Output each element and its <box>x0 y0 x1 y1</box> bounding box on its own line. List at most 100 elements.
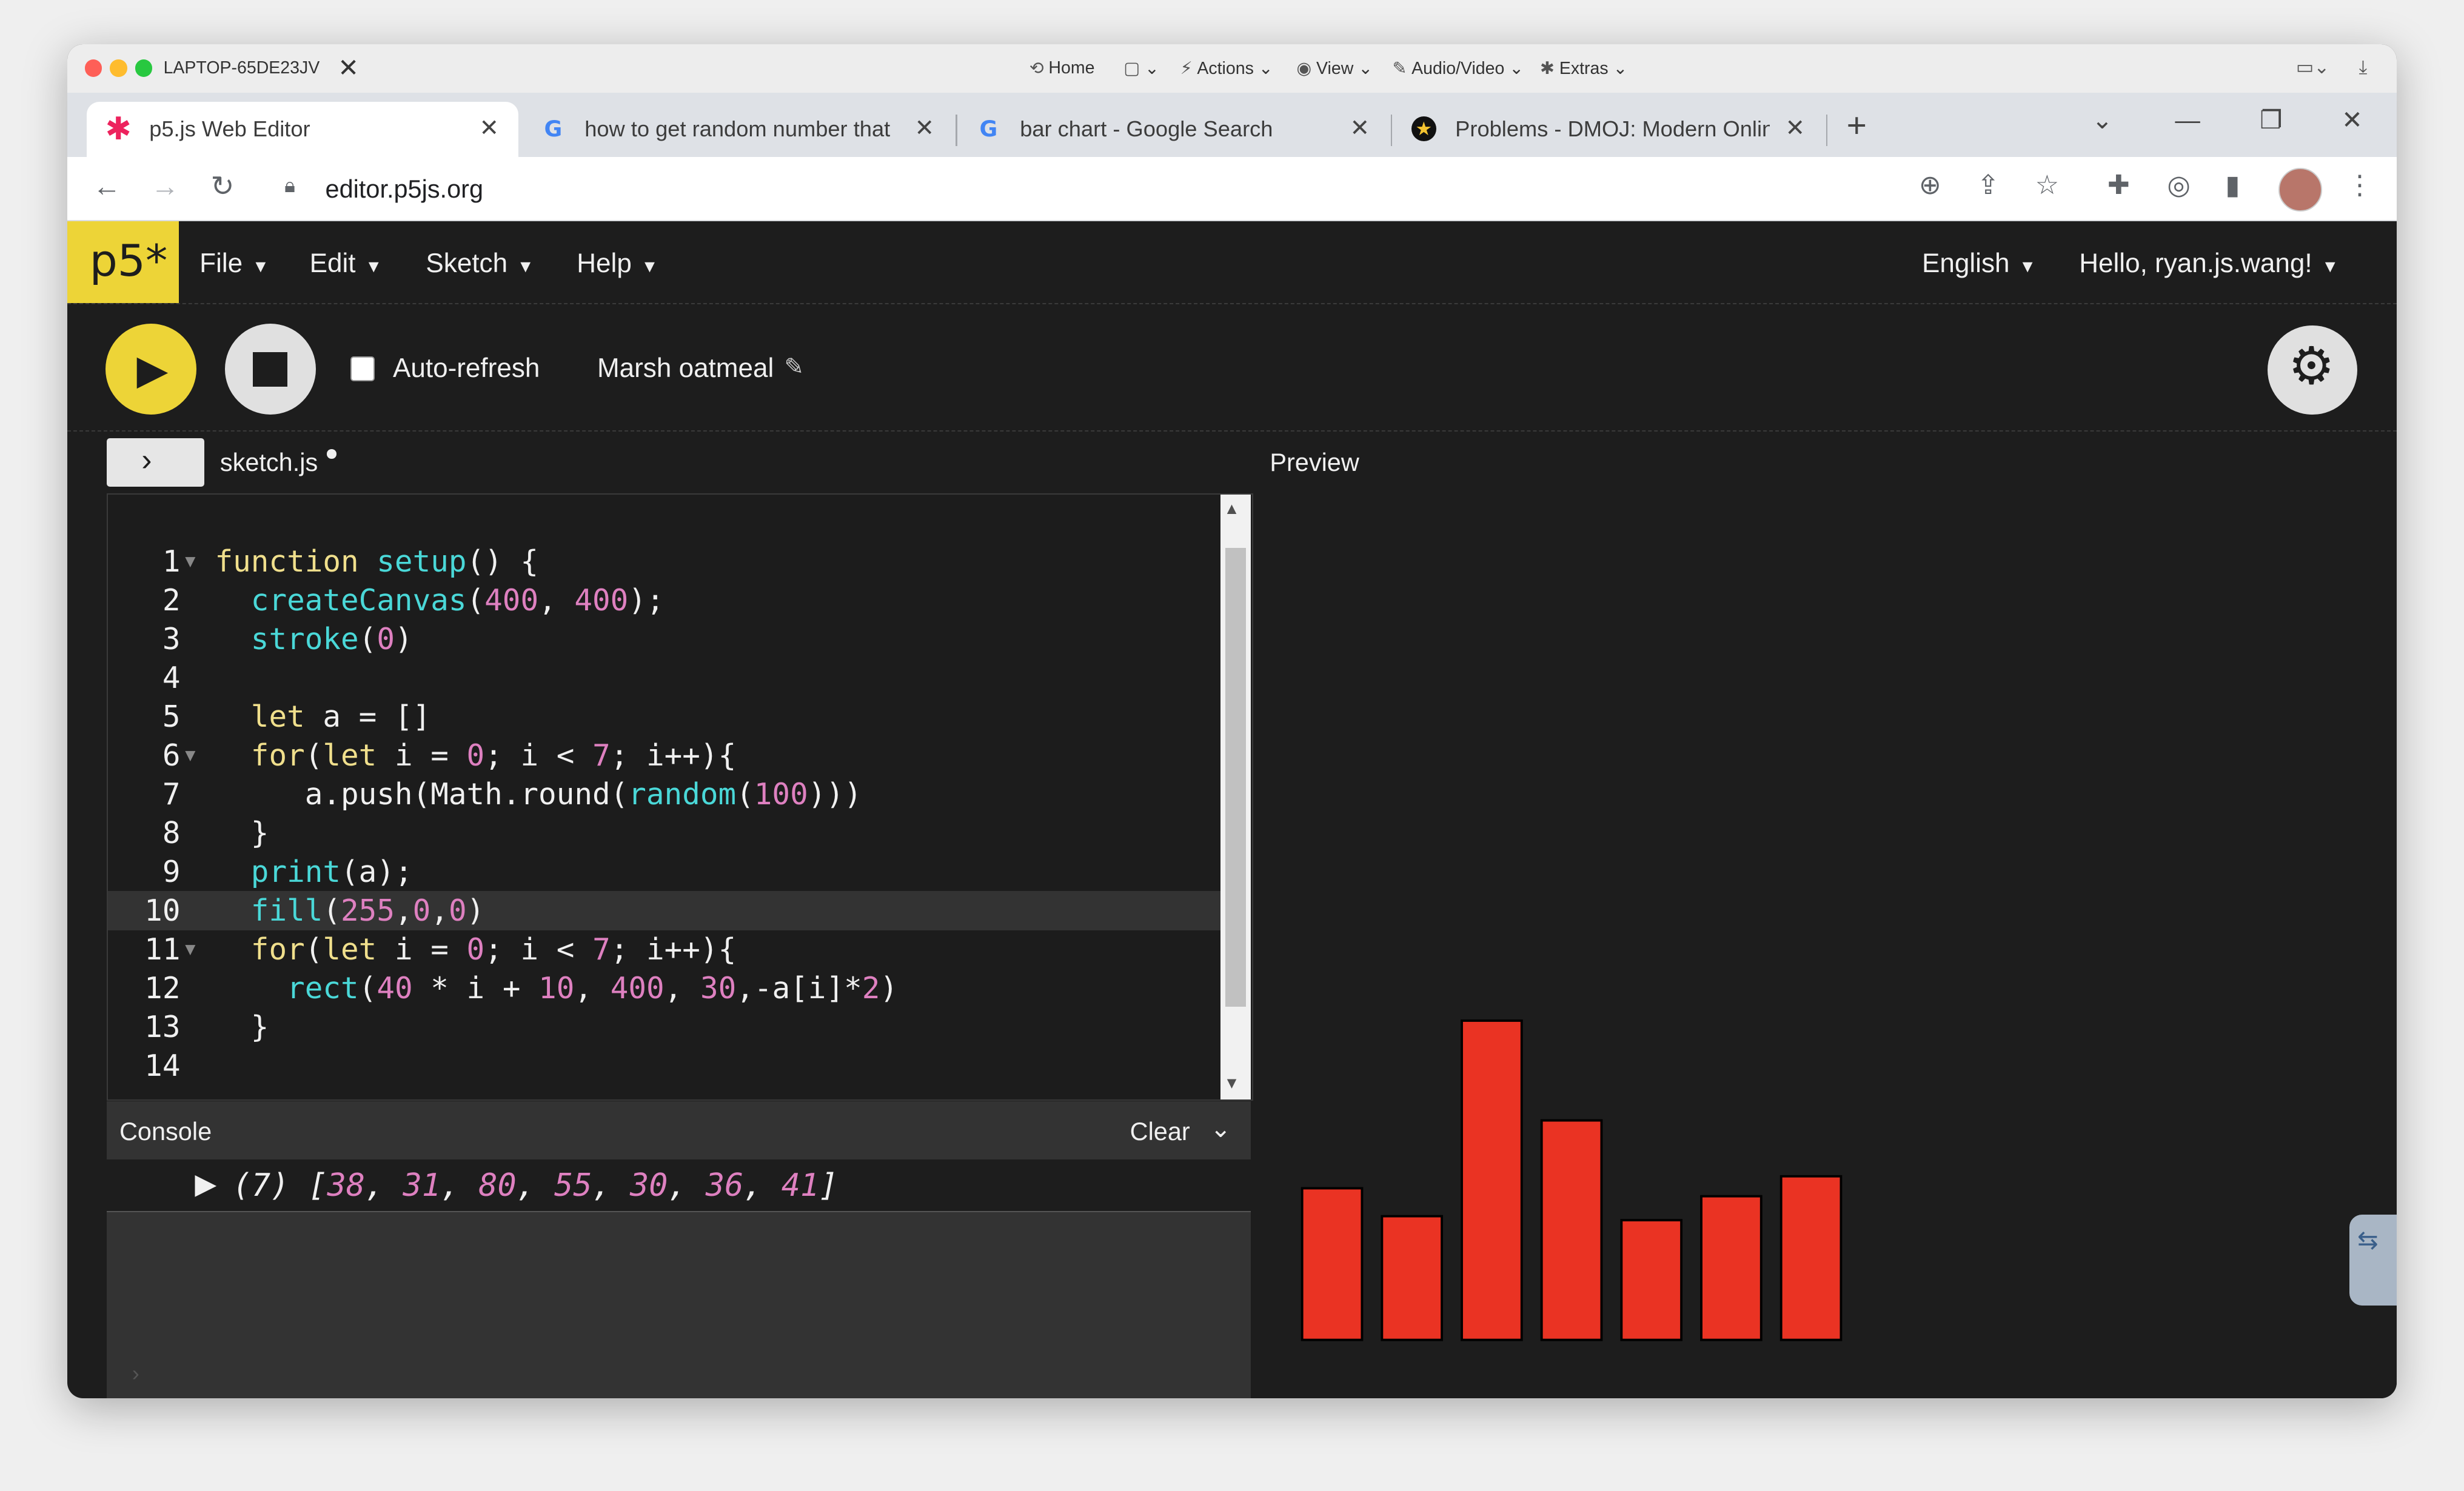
teamviewer-widget[interactable]: ⇆ <box>2349 1214 2397 1306</box>
bookmark-star-icon[interactable]: ☆ <box>2035 170 2060 201</box>
window-layout-icon[interactable]: ▭⌄ <box>2296 56 2329 78</box>
remote-menu-label: Audio/Video ⌄ <box>1411 58 1524 78</box>
caret-down-icon: ▼ <box>517 256 534 276</box>
code-line[interactable]: 4 <box>108 658 1220 698</box>
tab-close-icon[interactable]: ✕ <box>915 115 935 142</box>
window-minimize-dot[interactable] <box>110 59 127 77</box>
scroll-down-icon[interactable]: ▼ <box>1227 1074 1237 1092</box>
remote-menu-glyph-icon: ▢ <box>1123 58 1140 78</box>
remote-menu-5[interactable]: ✱ Extras ⌄ <box>1540 58 1627 79</box>
code-token: 400 <box>484 582 539 618</box>
url-text[interactable]: editor.p5js.org <box>326 175 484 204</box>
code-line[interactable]: 11 ▼ for(let i = 0; i < 7; i++){ <box>108 930 1220 969</box>
line-number: 3 <box>162 621 181 656</box>
share-icon[interactable]: ⇪ <box>1977 170 2000 201</box>
tab-search-icon[interactable]: ⌄ <box>2092 105 2113 135</box>
code-line[interactable]: 6 ▼ for(let i = 0; i < 7; i++){ <box>108 736 1220 775</box>
code-line[interactable]: 5 let a = [] <box>108 697 1220 736</box>
menu-file[interactable]: File ▼ <box>199 248 269 279</box>
scroll-up-icon[interactable]: ▲ <box>1227 499 1237 518</box>
code-token: 400 <box>574 582 629 618</box>
code-line[interactable]: 14 <box>108 1046 1220 1086</box>
close-window-icon[interactable]: ✕ <box>2342 105 2363 135</box>
menu-edit[interactable]: Edit ▼ <box>310 248 383 279</box>
code-line[interactable]: 9 print(a); <box>108 852 1220 892</box>
window-close-dot[interactable] <box>84 59 102 77</box>
minimize-icon[interactable]: — <box>2175 105 2200 135</box>
extensions-puzzle-icon[interactable]: ✚ <box>2107 170 2130 201</box>
pencil-icon[interactable]: ✎ <box>784 353 804 381</box>
code-editor[interactable]: 14 13 } 12 rect(40 * i + 10, 400, 30,-a[i]… <box>107 493 1254 1101</box>
new-tab-button[interactable]: + <box>1847 105 1867 145</box>
code-line[interactable]: 10 fill(255,0,0) <box>108 890 1221 930</box>
code-token: 0 <box>466 931 485 967</box>
profile-avatar[interactable] <box>2278 168 2322 212</box>
side-panel-icon[interactable]: ▮ <box>2225 170 2240 201</box>
expand-array-icon[interactable]: ▶ <box>195 1167 216 1201</box>
code-token: 100 <box>754 776 808 812</box>
line-number: 5 <box>162 698 181 734</box>
back-arrow-icon[interactable]: ← <box>93 170 121 202</box>
language-menu[interactable]: English ▼ <box>1922 248 2036 279</box>
remote-menu-1[interactable]: ▢ ⌄ <box>1123 58 1159 79</box>
p5-logo[interactable]: p5* <box>67 221 179 304</box>
remote-menu-label: View ⌄ <box>1316 58 1373 78</box>
code-line[interactable]: 1 ▼ function setup() { <box>108 542 1220 581</box>
remote-menu-2[interactable]: ⚡ Actions ⌄ <box>1180 58 1273 79</box>
sketch-name[interactable]: Marsh oatmeal <box>597 353 774 384</box>
remote-menu-3[interactable]: ◉ View ⌄ <box>1296 58 1373 79</box>
collapse-console-icon[interactable]: ⌄ <box>1210 1114 1231 1143</box>
reload-icon[interactable]: ↻ <box>210 170 234 203</box>
code-line[interactable]: 8 } <box>108 813 1220 853</box>
code-line[interactable]: 7 a.push(Math.round(random(100))) <box>108 775 1220 814</box>
download-icon[interactable]: ⤓ <box>2359 56 2368 79</box>
settings-button[interactable]: ⚙ <box>2268 325 2357 415</box>
forward-arrow-icon[interactable]: → <box>151 170 179 202</box>
zoom-icon[interactable]: ⊕ <box>1919 170 1941 201</box>
stop-button[interactable] <box>224 323 316 415</box>
console-array-value: 31 <box>403 1167 441 1204</box>
fold-toggle-icon[interactable]: ▼ <box>185 930 195 969</box>
menu-sketch[interactable]: Sketch ▼ <box>426 248 534 279</box>
console-array-value: 55 <box>554 1167 592 1204</box>
line-number: 11 <box>144 931 181 967</box>
tab-bar-chart-search[interactable]: G bar chart - Google Search ✕ <box>957 102 1390 157</box>
remote-menu-glyph-icon: ⚡ <box>1180 58 1193 78</box>
performance-icon[interactable]: ◎ <box>2167 170 2190 201</box>
code-line[interactable]: 2 createCanvas(400, 400); <box>108 581 1220 620</box>
fold-toggle-icon[interactable]: ▼ <box>185 542 195 581</box>
window-zoom-dot[interactable] <box>135 59 153 77</box>
remote-menu-glyph-icon: ✱ <box>1540 58 1555 78</box>
console-prompt-icon[interactable]: › <box>132 1361 139 1386</box>
code-line[interactable]: 13 } <box>108 1007 1220 1047</box>
close-session-icon[interactable]: ✕ <box>338 53 359 82</box>
tab-random-number[interactable]: G how to get random number that ✕ <box>522 102 954 157</box>
caret-down-icon: ▼ <box>2019 256 2037 276</box>
tab-close-icon[interactable]: ✕ <box>1350 115 1370 142</box>
tab-p5js-editor[interactable]: ✱ p5.js Web Editor ✕ <box>86 102 519 158</box>
console-body: ▶ (7) [38, 31, 80, 55, 30, 36, 41] › <box>107 1159 1251 1398</box>
url-omnibox[interactable]: 🔒︎ editor.p5js.org <box>269 165 1903 212</box>
code-line[interactable]: 12 rect(40 * i + 10, 400, 30,-a[i]*2) <box>108 969 1220 1008</box>
auto-refresh-checkbox[interactable] <box>350 356 375 381</box>
tab-close-icon[interactable]: ✕ <box>1786 115 1806 142</box>
restore-icon[interactable]: ❐ <box>2260 105 2282 135</box>
play-button[interactable]: ▶ <box>105 323 196 415</box>
scrollbar-thumb[interactable] <box>1225 547 1246 1007</box>
editor-scrollbar[interactable]: ▲ ▼ <box>1220 494 1251 1099</box>
user-menu[interactable]: Hello, ryan.js.wang! ▼ <box>2079 248 2338 279</box>
expand-sidebar-button[interactable]: › <box>107 438 204 487</box>
code-token: ,-a[i]* <box>736 970 862 1006</box>
code-line[interactable]: 3 stroke(0) <box>108 619 1220 659</box>
remote-menu-0[interactable]: ⟲ Home <box>1029 58 1095 79</box>
console-clear-button[interactable]: Clear <box>1130 1117 1190 1146</box>
menu-help[interactable]: Help ▼ <box>577 248 658 279</box>
lock-icon[interactable]: 🔒︎ <box>284 175 295 198</box>
fold-toggle-icon[interactable]: ▼ <box>185 736 195 775</box>
remote-menu-4[interactable]: ✎ Audio/Video ⌄ <box>1393 58 1524 79</box>
more-menu-icon[interactable]: ⋮ <box>2346 170 2373 201</box>
tab-dmoj-problems[interactable]: ★ Problems - DMOJ: Modern Onlin ✕ <box>1393 102 1825 157</box>
tab-close-icon[interactable]: ✕ <box>480 115 500 142</box>
